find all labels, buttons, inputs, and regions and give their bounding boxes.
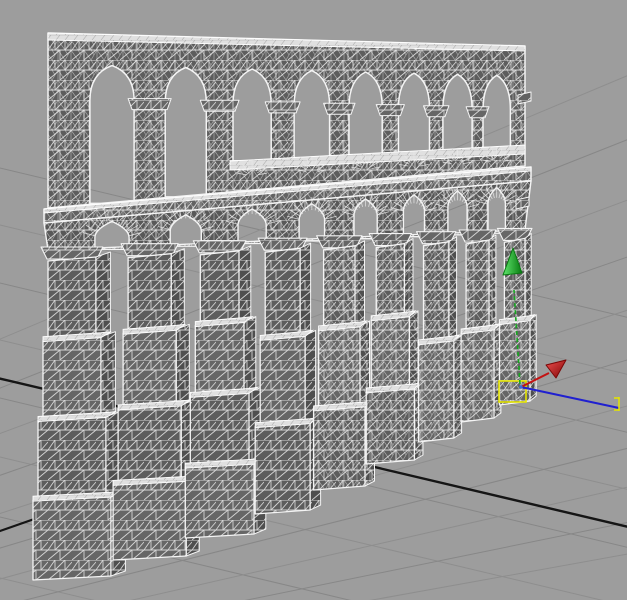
upper-pier-capital	[466, 107, 489, 118]
pier-block-wire	[185, 463, 254, 538]
pier-block-wire-dense	[466, 240, 489, 333]
pier-side-face	[525, 233, 531, 319]
pier-block-wire-dense	[366, 388, 414, 464]
pier-side-face-wire-dense	[454, 335, 462, 438]
pier-side-face-wire-dense	[489, 235, 496, 329]
upper-pier-capital	[265, 102, 300, 113]
pier-block	[366, 388, 414, 464]
pier-block-wire-dense	[424, 242, 449, 344]
pier-side-face-wire-dense	[404, 239, 413, 316]
pier-side-face	[355, 241, 365, 326]
pier-side-face	[489, 235, 496, 329]
gizmo-origin-dot	[519, 385, 522, 388]
pier-block-wire	[260, 335, 305, 426]
pier-side-face	[101, 332, 116, 417]
pier-block-wire	[128, 254, 171, 334]
pier-block	[376, 244, 404, 320]
pier-block-wire	[195, 322, 244, 397]
pier-block	[123, 329, 176, 409]
pier	[255, 238, 320, 514]
pier-block	[200, 251, 239, 326]
pier-side-face	[530, 315, 536, 401]
pier-block	[461, 329, 494, 422]
pier-block	[43, 337, 101, 421]
pier-block	[265, 248, 300, 339]
pier-block-wire	[38, 417, 106, 501]
pier-side-face	[454, 335, 462, 438]
pier-block-wire	[123, 329, 176, 409]
upper-pier-capital	[324, 103, 355, 114]
pier-block	[371, 316, 409, 392]
pier-side-face-wire-dense	[449, 237, 457, 340]
pier-side-face-wire-dense	[355, 241, 365, 326]
pier-block-wire	[48, 257, 96, 341]
pier-side-face	[449, 237, 457, 340]
pier-block-wire	[43, 337, 101, 421]
upper-pier-capital-wire	[376, 105, 404, 116]
pier-block	[314, 406, 365, 490]
pier-block-wire	[200, 251, 239, 326]
upper-pier-capital-wire	[200, 100, 239, 111]
pier-block-wire-dense	[376, 244, 404, 320]
upper-pier-capital	[128, 99, 171, 110]
pier-side-face-wire	[101, 332, 116, 417]
pier-block	[113, 480, 186, 560]
pier-side-face	[239, 246, 251, 322]
pier-block	[255, 423, 310, 514]
pier-block-wire	[113, 480, 186, 560]
pier-block-wire	[255, 423, 310, 514]
pier-block-wire	[190, 392, 249, 467]
pier-side-face-wire	[171, 249, 184, 330]
pier-block	[48, 257, 96, 341]
upper-pier-capital	[424, 106, 449, 117]
pier-block	[185, 463, 254, 538]
pier-side-face	[300, 243, 311, 335]
pier-block	[466, 240, 489, 333]
pier-side-face-wire-dense	[525, 233, 531, 319]
pier-side-face	[176, 324, 189, 405]
pier-side-face-wire	[96, 252, 111, 337]
pier	[417, 232, 462, 442]
pier-block	[33, 496, 111, 580]
pier-block-wire	[265, 248, 300, 339]
pier-block-wire-dense	[461, 329, 494, 422]
pier-block	[324, 246, 355, 330]
pier-block-wire-dense	[419, 340, 454, 442]
pier-side-face-wire	[176, 324, 189, 405]
pier-block-wire-dense	[319, 326, 360, 410]
pier-block	[128, 254, 171, 334]
pier-block-wire-dense	[371, 316, 409, 392]
pier-side-face-wire-dense	[530, 315, 536, 401]
viewport[interactable]	[0, 0, 627, 600]
pier-block	[424, 242, 449, 344]
upper-pier-capital	[376, 105, 404, 116]
pier-block	[260, 335, 305, 426]
pier-side-face	[404, 239, 413, 316]
pier-side-face-wire	[244, 317, 256, 393]
upper-pier-capital-wire	[265, 102, 300, 113]
pier-side-face	[409, 311, 418, 388]
upper-pier-capital-wire	[324, 103, 355, 114]
pier-block-wire-dense	[314, 406, 365, 490]
pier-block-wire	[118, 405, 181, 485]
pier-block-wire	[33, 496, 111, 580]
pier-side-face	[171, 249, 184, 330]
pier-block	[195, 322, 244, 397]
upper-pier-capital-wire	[128, 99, 171, 110]
pier-side-face	[244, 317, 256, 393]
pier-side-face-wire-dense	[409, 311, 418, 388]
viewport-canvas[interactable]	[0, 0, 627, 600]
pier-block	[118, 405, 181, 485]
pier-side-face-wire	[239, 246, 251, 322]
upper-pier-capital	[200, 100, 239, 111]
pier-block	[419, 340, 454, 442]
pier-block	[319, 326, 360, 410]
pier-side-face	[96, 252, 111, 337]
pier-block-wire-dense	[324, 246, 355, 330]
pier-side-face-wire	[300, 243, 311, 335]
pier-block	[38, 417, 106, 501]
pier-block	[190, 392, 249, 467]
